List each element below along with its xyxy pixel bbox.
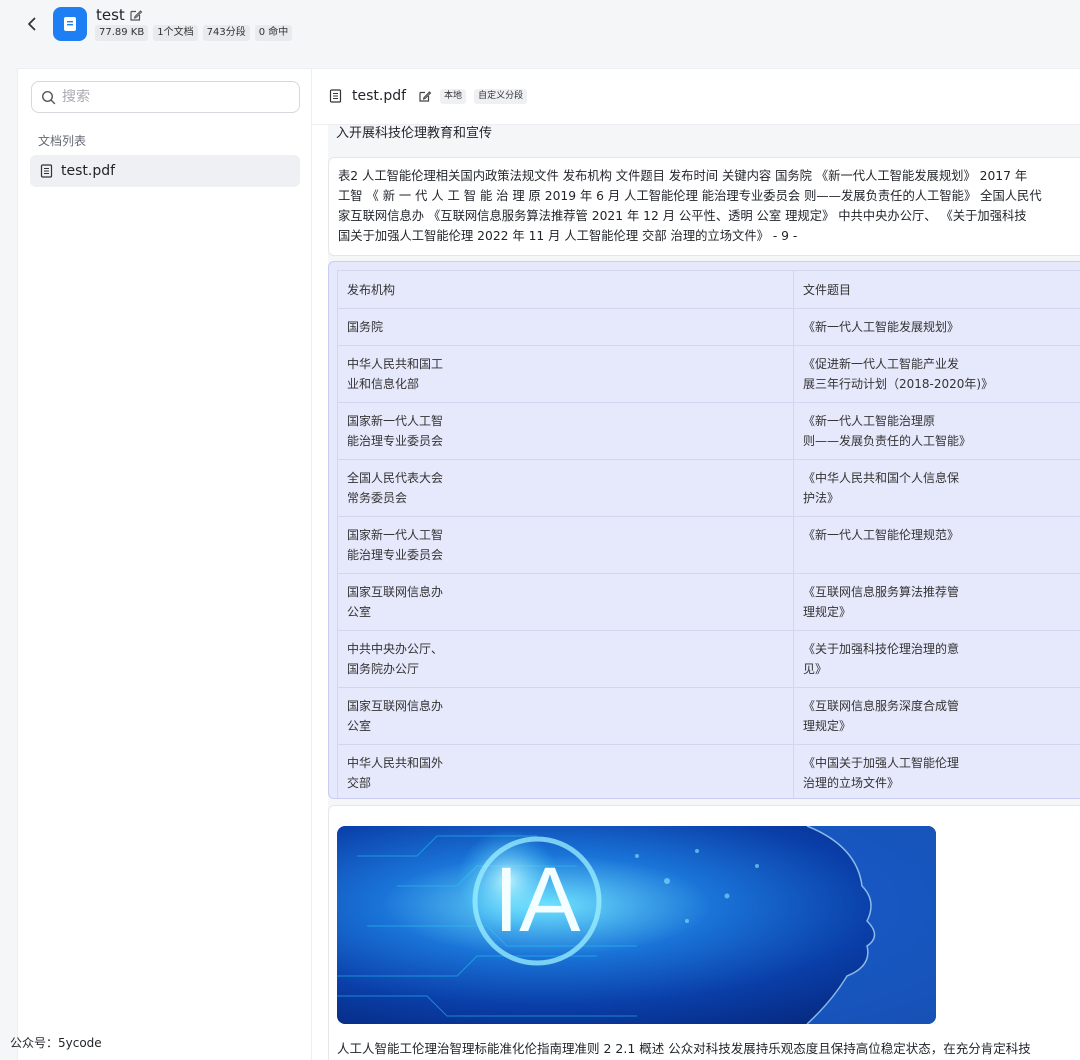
size-badge: 77.89 KB	[95, 25, 149, 41]
document-header: test.pdf 本地 自定义分段	[312, 69, 1080, 125]
table-cell: 国家互联网信息办 公室	[337, 687, 794, 745]
table-row: 国家新一代人工智 能治理专业委员会 《新一代人工智能治理原 则——发展负责任的人…	[337, 402, 1080, 460]
document-detail-panel: test.pdf 本地 自定义分段 入开展科技伦理教育和宣传 表2 人工智能伦理…	[312, 68, 1080, 1060]
segment-text-fragment: 入开展科技伦理教育和宣传	[336, 126, 493, 141]
segment-card[interactable]: 表2 人工智能伦理相关国内政策法规文件 发布机构 文件题目 发布时间 关键内容 …	[328, 157, 1080, 256]
table-cell: 中华人民共和国工 业和信息化部	[337, 345, 794, 403]
document-list-label: 文档列表	[38, 134, 87, 148]
table-cell: 国家互联网信息办 公室	[337, 573, 794, 631]
segment-list: 入开展科技伦理教育和宣传 表2 人工智能伦理相关国内政策法规文件 发布机构 文件…	[328, 125, 1080, 1060]
image-segment-card[interactable]: IA 人工人智能工伦理治智理标能准化伦指南理准则 2 2.1 概述 公众对科技发…	[328, 805, 1080, 1060]
edit-document-icon[interactable]	[418, 89, 432, 103]
segment-count-badge: 743分段	[202, 25, 250, 41]
doc-count-badge: 1个文档	[153, 25, 198, 41]
document-title: test.pdf	[352, 88, 407, 104]
knowledge-base-icon	[53, 7, 87, 41]
document-icon	[329, 89, 342, 103]
table-cell: 中共中央办公厅、 国务院办公厅	[337, 630, 794, 688]
table-cell: 国家新一代人工智 能治理专业委员会	[337, 516, 794, 574]
table-cell: 《新一代人工智能伦理规范》	[793, 516, 1080, 574]
segment-line: 表2 人工智能伦理相关国内政策法规文件 发布机构 文件题目 发布时间 关键内容 …	[338, 169, 1028, 183]
app-header: test 77.89 KB 1个文档 743分段 0 命中	[0, 0, 1080, 68]
document-icon	[40, 164, 53, 178]
policy-table: 发布机构 文件题目 国务院 《新一代人工智能发展规划》 中华人民共和国工 业和信…	[337, 270, 1080, 798]
knowledge-base-title: test	[96, 6, 125, 24]
source-tag: 本地	[440, 88, 467, 104]
stats-badges: 77.89 KB 1个文档 743分段 0 命中	[95, 25, 293, 41]
table-header-cell: 文件题目	[793, 270, 1080, 309]
document-name: test.pdf	[61, 163, 116, 179]
table-cell: 国务院	[337, 308, 794, 346]
table-row: 国务院 《新一代人工智能发展规划》	[337, 308, 1080, 346]
table-row: 中华人民共和国工 业和信息化部 《促进新一代人工智能产业发 展三年行动计划（20…	[337, 345, 1080, 403]
table-row: 中共中央办公厅、 国务院办公厅 《关于加强科技伦理治理的意 见》	[337, 630, 1080, 688]
watermark-text: 公众号：5ycode	[10, 1036, 102, 1050]
table-cell: 国家新一代人工智 能治理专业委员会	[337, 402, 794, 460]
table-cell: 《中国关于加强人工智能伦理 治理的立场文件》	[793, 744, 1080, 798]
search-icon	[41, 90, 56, 104]
table-cell: 《互联网信息服务深度合成管 理规定》	[793, 687, 1080, 745]
table-row: 国家互联网信息办 公室 《互联网信息服务算法推荐管 理规定》	[337, 573, 1080, 631]
table-cell: 《新一代人工智能发展规划》	[793, 308, 1080, 346]
table-cell: 《新一代人工智能治理原 则——发展负责任的人工智能》	[793, 402, 1080, 460]
table-cell: 《关于加强科技伦理治理的意 见》	[793, 630, 1080, 688]
search-input[interactable]	[62, 89, 282, 105]
segment-line: 家互联网信息办 《互联网信息服务算法推荐管 2021 年 12 月 公平性、透明…	[338, 209, 1027, 223]
table-row: 中华人民共和国外 交部 《中国关于加强人工智能伦理 治理的立场文件》	[337, 744, 1080, 798]
search-box	[31, 81, 300, 113]
document-list-item[interactable]: test.pdf	[30, 155, 300, 187]
segment-line: 国关于加强人工智能伦理 2022 年 11 月 人工智能伦理 交部 治理的立场文…	[338, 229, 798, 243]
image-caption-text: 人工人智能工伦理治智理标能准化伦指南理准则 2 2.1 概述 公众对科技发展持乐…	[337, 1041, 1031, 1056]
table-segment-card[interactable]: 发布机构 文件题目 国务院 《新一代人工智能发展规划》 中华人民共和国工 业和信…	[328, 261, 1080, 799]
table-cell: 中华人民共和国外 交部	[337, 744, 794, 798]
table-cell: 《促进新一代人工智能产业发 展三年行动计划（2018-2020年)》	[793, 345, 1080, 403]
table-header-cell: 发布机构	[337, 270, 794, 309]
table-cell: 《互联网信息服务算法推荐管 理规定》	[793, 573, 1080, 631]
segment-mode-tag: 自定义分段	[474, 88, 528, 104]
document-sidebar: 文档列表 test.pdf	[17, 68, 312, 1060]
hit-count-badge: 0 命中	[254, 25, 293, 41]
edit-title-icon[interactable]	[129, 8, 143, 22]
segment-line: 工智 《 新 一 代 人 工 智 能 治 理 原 2019 年 6 月 人工智能…	[338, 189, 1042, 203]
ia-logo-text: IA	[494, 849, 582, 951]
table-cell: 全国人民代表大会 常务委员会	[337, 459, 794, 517]
back-arrow-icon[interactable]	[22, 14, 42, 34]
table-cell: 《中华人民共和国个人信息保 护法》	[793, 459, 1080, 517]
table-row: 国家互联网信息办 公室 《互联网信息服务深度合成管 理规定》	[337, 687, 1080, 745]
table-row: 全国人民代表大会 常务委员会 《中华人民共和国个人信息保 护法》	[337, 459, 1080, 517]
table-row: 国家新一代人工智 能治理专业委员会 《新一代人工智能伦理规范》	[337, 516, 1080, 574]
table-header-row: 发布机构 文件题目	[337, 270, 1080, 309]
ai-illustration-image: IA	[337, 826, 936, 1024]
